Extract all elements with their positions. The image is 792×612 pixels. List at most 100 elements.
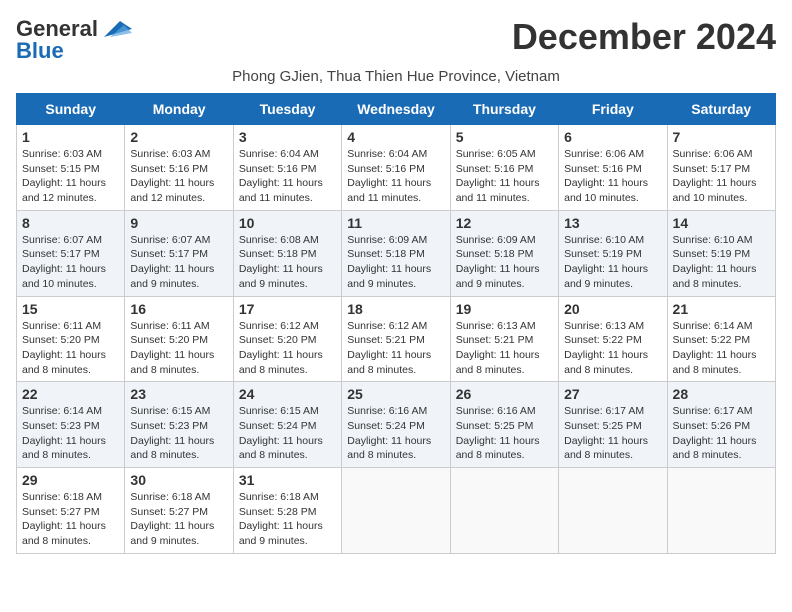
day-number: 10: [239, 215, 336, 231]
day-number: 27: [564, 386, 661, 402]
logo-blue-text: Blue: [16, 38, 64, 64]
day-info: Sunrise: 6:15 AM Sunset: 5:24 PM Dayligh…: [239, 404, 336, 463]
day-info: Sunrise: 6:18 AM Sunset: 5:28 PM Dayligh…: [239, 490, 336, 549]
day-info: Sunrise: 6:06 AM Sunset: 5:16 PM Dayligh…: [564, 147, 661, 206]
calendar-week-row: 8 Sunrise: 6:07 AM Sunset: 5:17 PM Dayli…: [17, 210, 776, 296]
calendar-cell: 31 Sunrise: 6:18 AM Sunset: 5:28 PM Dayl…: [233, 468, 341, 554]
day-number: 25: [347, 386, 444, 402]
day-info: Sunrise: 6:06 AM Sunset: 5:17 PM Dayligh…: [673, 147, 770, 206]
calendar-cell: 15 Sunrise: 6:11 AM Sunset: 5:20 PM Dayl…: [17, 296, 125, 382]
calendar-cell: 17 Sunrise: 6:12 AM Sunset: 5:20 PM Dayl…: [233, 296, 341, 382]
day-number: 13: [564, 215, 661, 231]
calendar-cell: 19 Sunrise: 6:13 AM Sunset: 5:21 PM Dayl…: [450, 296, 558, 382]
calendar-cell: 8 Sunrise: 6:07 AM Sunset: 5:17 PM Dayli…: [17, 210, 125, 296]
day-number: 24: [239, 386, 336, 402]
calendar-cell: 12 Sunrise: 6:09 AM Sunset: 5:18 PM Dayl…: [450, 210, 558, 296]
calendar-cell: 27 Sunrise: 6:17 AM Sunset: 5:25 PM Dayl…: [559, 382, 667, 468]
day-info: Sunrise: 6:08 AM Sunset: 5:18 PM Dayligh…: [239, 233, 336, 292]
calendar-cell: 4 Sunrise: 6:04 AM Sunset: 5:16 PM Dayli…: [342, 125, 450, 211]
day-number: 21: [673, 301, 770, 317]
calendar-cell: 7 Sunrise: 6:06 AM Sunset: 5:17 PM Dayli…: [667, 125, 775, 211]
day-number: 5: [456, 129, 553, 145]
day-number: 3: [239, 129, 336, 145]
day-info: Sunrise: 6:16 AM Sunset: 5:24 PM Dayligh…: [347, 404, 444, 463]
day-of-week-header: Monday: [125, 94, 233, 125]
day-info: Sunrise: 6:12 AM Sunset: 5:20 PM Dayligh…: [239, 319, 336, 378]
day-info: Sunrise: 6:04 AM Sunset: 5:16 PM Dayligh…: [239, 147, 336, 206]
calendar-week-row: 1 Sunrise: 6:03 AM Sunset: 5:15 PM Dayli…: [17, 125, 776, 211]
day-info: Sunrise: 6:12 AM Sunset: 5:21 PM Dayligh…: [347, 319, 444, 378]
day-of-week-header: Sunday: [17, 94, 125, 125]
day-number: 28: [673, 386, 770, 402]
day-number: 4: [347, 129, 444, 145]
day-info: Sunrise: 6:07 AM Sunset: 5:17 PM Dayligh…: [22, 233, 119, 292]
day-number: 6: [564, 129, 661, 145]
calendar-cell: 6 Sunrise: 6:06 AM Sunset: 5:16 PM Dayli…: [559, 125, 667, 211]
day-info: Sunrise: 6:05 AM Sunset: 5:16 PM Dayligh…: [456, 147, 553, 206]
day-number: 20: [564, 301, 661, 317]
calendar-cell: [559, 468, 667, 554]
calendar-cell: 14 Sunrise: 6:10 AM Sunset: 5:19 PM Dayl…: [667, 210, 775, 296]
day-number: 26: [456, 386, 553, 402]
day-number: 7: [673, 129, 770, 145]
day-info: Sunrise: 6:09 AM Sunset: 5:18 PM Dayligh…: [456, 233, 553, 292]
day-number: 16: [130, 301, 227, 317]
calendar-cell: 23 Sunrise: 6:15 AM Sunset: 5:23 PM Dayl…: [125, 382, 233, 468]
day-number: 14: [673, 215, 770, 231]
day-info: Sunrise: 6:03 AM Sunset: 5:16 PM Dayligh…: [130, 147, 227, 206]
calendar-cell: [450, 468, 558, 554]
day-info: Sunrise: 6:11 AM Sunset: 5:20 PM Dayligh…: [22, 319, 119, 378]
month-title: December 2024: [512, 16, 776, 58]
calendar-cell: 25 Sunrise: 6:16 AM Sunset: 5:24 PM Dayl…: [342, 382, 450, 468]
calendar-cell: 21 Sunrise: 6:14 AM Sunset: 5:22 PM Dayl…: [667, 296, 775, 382]
day-of-week-header: Wednesday: [342, 94, 450, 125]
day-of-week-header: Saturday: [667, 94, 775, 125]
calendar-cell: 9 Sunrise: 6:07 AM Sunset: 5:17 PM Dayli…: [125, 210, 233, 296]
calendar-cell: 18 Sunrise: 6:12 AM Sunset: 5:21 PM Dayl…: [342, 296, 450, 382]
calendar-cell: 26 Sunrise: 6:16 AM Sunset: 5:25 PM Dayl…: [450, 382, 558, 468]
calendar-cell: 30 Sunrise: 6:18 AM Sunset: 5:27 PM Dayl…: [125, 468, 233, 554]
day-number: 18: [347, 301, 444, 317]
day-info: Sunrise: 6:17 AM Sunset: 5:26 PM Dayligh…: [673, 404, 770, 463]
calendar-cell: 5 Sunrise: 6:05 AM Sunset: 5:16 PM Dayli…: [450, 125, 558, 211]
day-number: 12: [456, 215, 553, 231]
day-info: Sunrise: 6:14 AM Sunset: 5:22 PM Dayligh…: [673, 319, 770, 378]
day-number: 11: [347, 215, 444, 231]
day-number: 1: [22, 129, 119, 145]
calendar-cell: 2 Sunrise: 6:03 AM Sunset: 5:16 PM Dayli…: [125, 125, 233, 211]
day-info: Sunrise: 6:09 AM Sunset: 5:18 PM Dayligh…: [347, 233, 444, 292]
calendar-week-row: 22 Sunrise: 6:14 AM Sunset: 5:23 PM Dayl…: [17, 382, 776, 468]
calendar-cell: 1 Sunrise: 6:03 AM Sunset: 5:15 PM Dayli…: [17, 125, 125, 211]
calendar-cell: 10 Sunrise: 6:08 AM Sunset: 5:18 PM Dayl…: [233, 210, 341, 296]
calendar-cell: 29 Sunrise: 6:18 AM Sunset: 5:27 PM Dayl…: [17, 468, 125, 554]
calendar-cell: 13 Sunrise: 6:10 AM Sunset: 5:19 PM Dayl…: [559, 210, 667, 296]
calendar-cell: 16 Sunrise: 6:11 AM Sunset: 5:20 PM Dayl…: [125, 296, 233, 382]
calendar-cell: 20 Sunrise: 6:13 AM Sunset: 5:22 PM Dayl…: [559, 296, 667, 382]
calendar-cell: 22 Sunrise: 6:14 AM Sunset: 5:23 PM Dayl…: [17, 382, 125, 468]
day-info: Sunrise: 6:18 AM Sunset: 5:27 PM Dayligh…: [22, 490, 119, 549]
calendar-cell: [342, 468, 450, 554]
day-number: 8: [22, 215, 119, 231]
day-info: Sunrise: 6:04 AM Sunset: 5:16 PM Dayligh…: [347, 147, 444, 206]
logo: General Blue: [16, 16, 132, 64]
day-info: Sunrise: 6:17 AM Sunset: 5:25 PM Dayligh…: [564, 404, 661, 463]
subtitle: Phong GJien, Thua Thien Hue Province, Vi…: [16, 68, 776, 85]
calendar-week-row: 15 Sunrise: 6:11 AM Sunset: 5:20 PM Dayl…: [17, 296, 776, 382]
day-number: 9: [130, 215, 227, 231]
calendar-cell: 11 Sunrise: 6:09 AM Sunset: 5:18 PM Dayl…: [342, 210, 450, 296]
day-number: 2: [130, 129, 227, 145]
day-info: Sunrise: 6:15 AM Sunset: 5:23 PM Dayligh…: [130, 404, 227, 463]
day-number: 15: [22, 301, 119, 317]
day-of-week-header: Friday: [559, 94, 667, 125]
day-info: Sunrise: 6:11 AM Sunset: 5:20 PM Dayligh…: [130, 319, 227, 378]
day-info: Sunrise: 6:13 AM Sunset: 5:22 PM Dayligh…: [564, 319, 661, 378]
day-of-week-header: Tuesday: [233, 94, 341, 125]
day-info: Sunrise: 6:07 AM Sunset: 5:17 PM Dayligh…: [130, 233, 227, 292]
day-info: Sunrise: 6:16 AM Sunset: 5:25 PM Dayligh…: [456, 404, 553, 463]
day-info: Sunrise: 6:03 AM Sunset: 5:15 PM Dayligh…: [22, 147, 119, 206]
calendar-header-row: SundayMondayTuesdayWednesdayThursdayFrid…: [17, 94, 776, 125]
day-info: Sunrise: 6:18 AM Sunset: 5:27 PM Dayligh…: [130, 490, 227, 549]
page-header: General Blue December 2024: [16, 16, 776, 64]
day-of-week-header: Thursday: [450, 94, 558, 125]
day-info: Sunrise: 6:10 AM Sunset: 5:19 PM Dayligh…: [564, 233, 661, 292]
